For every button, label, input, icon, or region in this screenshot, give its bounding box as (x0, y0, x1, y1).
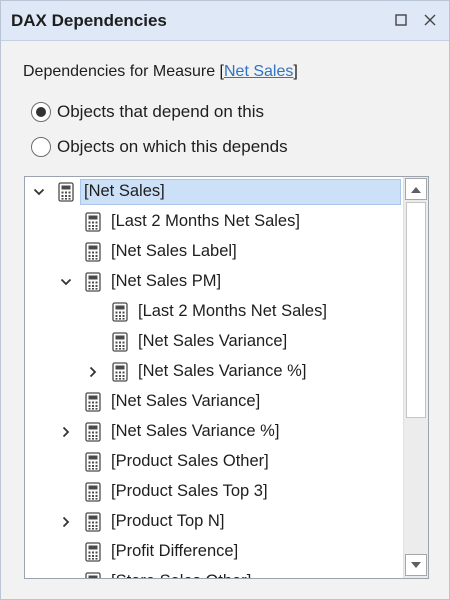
tree-item-label: [Net Sales] (84, 182, 165, 200)
vertical-scrollbar[interactable] (403, 177, 428, 578)
heading-prefix: Dependencies for Measure [ (23, 63, 224, 80)
chevron-down-icon[interactable] (59, 275, 73, 289)
tree-item[interactable]: [Net Sales] (25, 177, 403, 207)
tree-item-label: [Net Sales Variance] (138, 332, 288, 350)
calculator-icon (85, 392, 101, 412)
radio-depend-on-this[interactable]: Objects that depend on this (31, 100, 264, 124)
tree-items: [Net Sales] [Last 2 Months Net Sales] [Net… (25, 177, 403, 578)
scrollbar-thumb[interactable] (406, 202, 426, 418)
tree-item[interactable]: [Net Sales Variance %] (25, 357, 403, 387)
chevron-down-icon[interactable] (32, 185, 46, 199)
close-icon (424, 14, 436, 26)
chevron-right-icon[interactable] (86, 365, 100, 379)
scroll-down-button[interactable] (405, 554, 427, 576)
tree-item-label: [Net Sales Variance] (111, 392, 261, 410)
calculator-icon (112, 332, 128, 352)
calculator-icon (85, 512, 101, 532)
tree-item-label: [Product Sales Top 3] (111, 482, 268, 500)
tree-item[interactable]: [Net Sales Label] (25, 237, 403, 267)
calculator-icon (85, 482, 101, 502)
dialog-content: Dependencies for Measure [Net Sales] Obj… (1, 42, 449, 599)
tree-item[interactable]: [Net Sales Variance] (25, 327, 403, 357)
calculator-icon (58, 182, 74, 202)
radio-label-this-depends-on: Objects on which this depends (57, 137, 288, 156)
maximize-icon (395, 14, 407, 26)
scroll-up-button[interactable] (405, 178, 427, 200)
tree-item[interactable]: [Product Top N] (25, 507, 403, 537)
radio-dot (36, 107, 46, 117)
tree-item-label: [Product Top N] (111, 512, 225, 530)
tree-item[interactable]: [Profit Difference] (25, 537, 403, 567)
calculator-icon (85, 542, 101, 562)
measure-link[interactable]: Net Sales (224, 63, 293, 80)
tree-item[interactable]: [Product Sales Top 3] (25, 477, 403, 507)
radio-button-unselected[interactable] (31, 137, 51, 157)
triangle-down-icon (411, 561, 421, 568)
chevron-right-icon[interactable] (59, 425, 73, 439)
maximize-button[interactable] (391, 10, 411, 30)
title-bar: DAX Dependencies (1, 1, 449, 41)
tree-item[interactable]: [Net Sales Variance] (25, 387, 403, 417)
calculator-icon (85, 212, 101, 232)
calculator-icon (85, 272, 101, 292)
tree-item[interactable]: [Net Sales PM] (25, 267, 403, 297)
tree-item-label: [Last 2 Months Net Sales] (111, 212, 300, 230)
window-title: DAX Dependencies (11, 11, 167, 30)
heading-suffix: ] (293, 63, 298, 80)
tree-item-label: [Store Sales Other] (111, 572, 251, 578)
calculator-icon (85, 572, 101, 578)
chevron-right-icon[interactable] (59, 515, 73, 529)
tree-item[interactable]: [Net Sales Variance %] (25, 417, 403, 447)
calculator-icon (85, 422, 101, 442)
dax-dependencies-window: DAX Dependencies Dependencies for Measur… (0, 0, 450, 600)
tree-item-label: [Net Sales PM] (111, 272, 222, 290)
tree-item-label: [Product Sales Other] (111, 452, 269, 470)
calculator-icon (85, 242, 101, 262)
tree-item-label: [Net Sales Label] (111, 242, 237, 260)
calculator-icon (112, 302, 128, 322)
calculator-icon (112, 362, 128, 382)
triangle-up-icon (411, 186, 421, 193)
dependency-tree[interactable]: [Net Sales] [Last 2 Months Net Sales] [Net… (24, 176, 429, 579)
radio-this-depends-on[interactable]: Objects on which this depends (31, 135, 288, 159)
radio-button-selected[interactable] (31, 102, 51, 122)
tree-item-label: [Profit Difference] (111, 542, 239, 560)
tree-item-label: [Last 2 Months Net Sales] (138, 302, 327, 320)
tree-item-label: [Net Sales Variance %] (111, 422, 280, 440)
calculator-icon (85, 452, 101, 472)
tree-item-label: [Net Sales Variance %] (138, 362, 307, 380)
tree-item[interactable]: [Last 2 Months Net Sales] (25, 207, 403, 237)
dependencies-heading: Dependencies for Measure [Net Sales] (23, 63, 298, 81)
tree-item[interactable]: [Product Sales Other] (25, 447, 403, 477)
close-button[interactable] (420, 10, 440, 30)
radio-label-depend-on-this: Objects that depend on this (57, 102, 264, 121)
tree-item[interactable]: [Store Sales Other] (25, 567, 403, 578)
tree-item[interactable]: [Last 2 Months Net Sales] (25, 297, 403, 327)
